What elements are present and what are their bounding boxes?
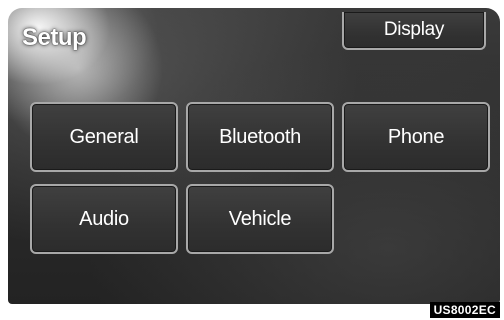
vehicle-button[interactable]: Vehicle (186, 184, 334, 254)
figure-code-label: US8002EC (429, 302, 500, 318)
phone-button[interactable]: Phone (342, 102, 490, 172)
general-button[interactable]: General (30, 102, 178, 172)
audio-button[interactable]: Audio (30, 184, 178, 254)
display-button[interactable]: Display (342, 12, 486, 50)
setup-screen: Setup Display General Bluetooth Phone Au… (8, 8, 500, 304)
screen-title: Setup (22, 24, 87, 51)
bluetooth-button[interactable]: Bluetooth (186, 102, 334, 172)
page: Setup Display General Bluetooth Phone Au… (0, 0, 504, 320)
